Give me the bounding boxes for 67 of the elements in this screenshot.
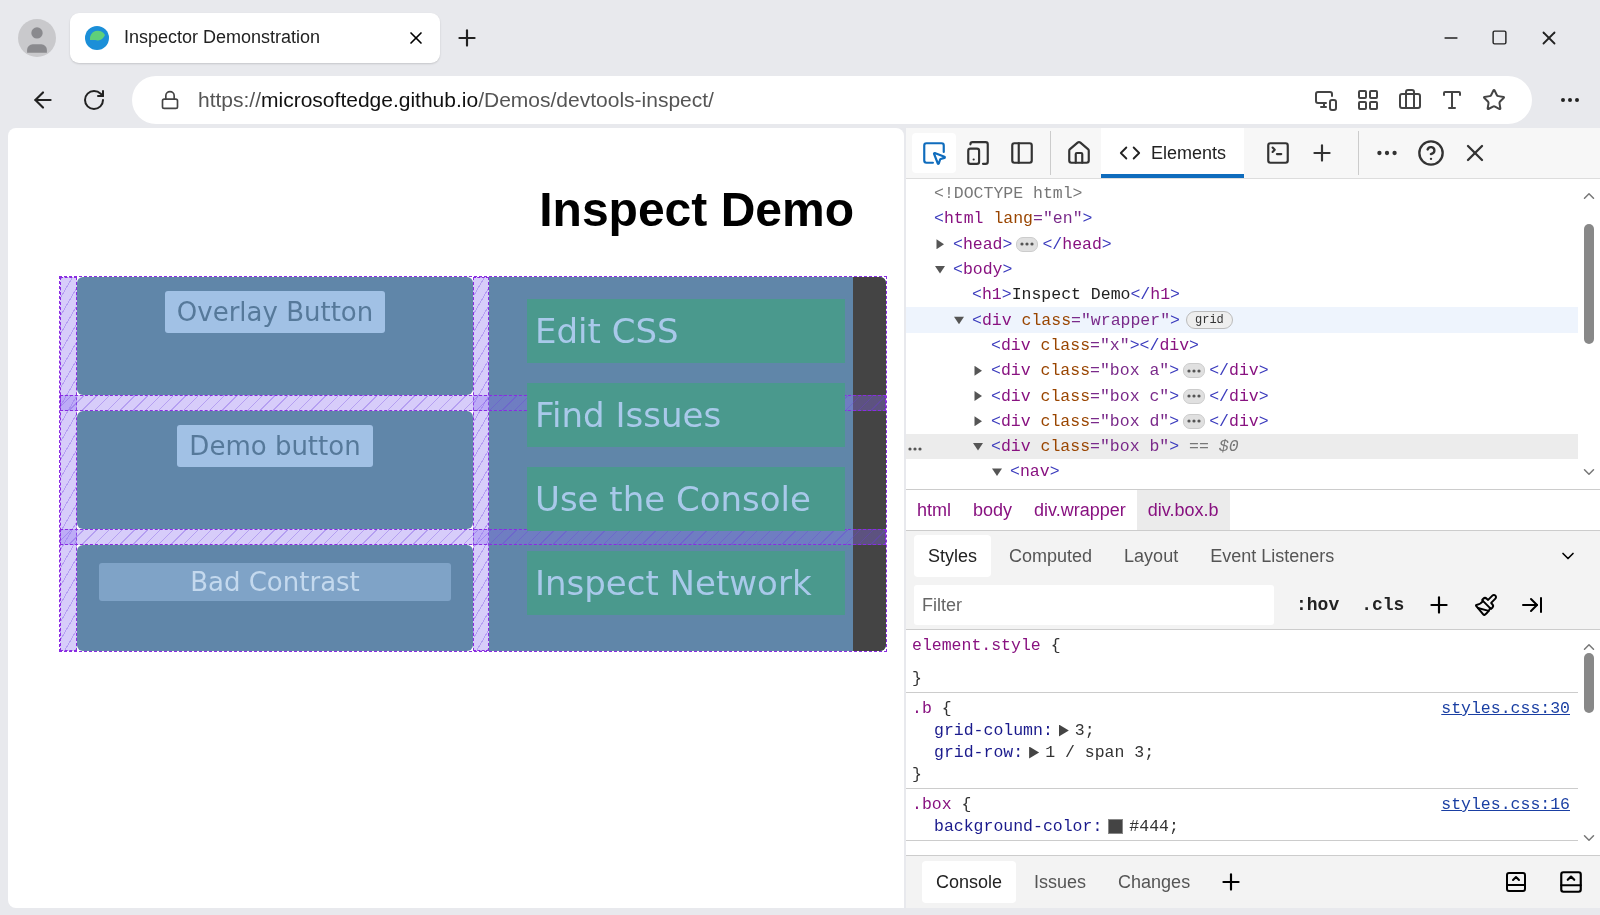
css-property: background-color: xyxy=(934,817,1103,836)
drawer-tab[interactable]: Issues xyxy=(1020,861,1101,903)
dom-node[interactable]: <html lang="en"> xyxy=(906,206,1578,232)
style-toggle[interactable]: .cls xyxy=(1361,595,1405,615)
dom-node[interactable]: <body> xyxy=(906,256,1578,283)
dock-icon[interactable] xyxy=(1504,870,1528,894)
profile-avatar[interactable] xyxy=(18,18,56,57)
css-property: grid-column: xyxy=(934,721,1053,740)
browser-tab[interactable]: Inspector Demonstration xyxy=(70,12,440,63)
scrollbar-thumb[interactable] xyxy=(1584,224,1594,344)
css-selector: .b { xyxy=(912,699,952,718)
ellipsis-icon[interactable] xyxy=(1183,388,1206,404)
grid-badge[interactable]: grid xyxy=(1186,311,1233,330)
breadcrumb[interactable]: body xyxy=(962,490,1024,530)
paintbrush-icon[interactable] xyxy=(1474,593,1499,617)
maximize-icon[interactable] xyxy=(1491,29,1508,46)
breadcrumb[interactable]: div.box.b xyxy=(1136,490,1230,530)
browser-logo-icon xyxy=(84,24,110,51)
drawer-tab[interactable]: Console xyxy=(922,861,1017,903)
breadcrumb[interactable]: div.wrapper xyxy=(1023,490,1137,530)
closing-brace: } xyxy=(912,669,923,688)
ellipsis-icon[interactable] xyxy=(1183,363,1206,379)
favorite-icon[interactable] xyxy=(1482,88,1506,112)
address-bar[interactable]: https://microsoftedge.github.io/Demos/devtools-inspect/ xyxy=(132,76,1532,124)
ellipsis-icon[interactable] xyxy=(1016,236,1039,252)
filter-input[interactable]: Filter xyxy=(914,585,1274,625)
pane-tab[interactable]: Styles xyxy=(914,535,992,577)
dom-node[interactable]: <div class="x"></div> xyxy=(906,332,1578,359)
pane-tab[interactable]: Layout xyxy=(1110,535,1193,577)
closing-brace: } xyxy=(912,765,923,784)
style-toggle[interactable]: :hov xyxy=(1296,595,1340,615)
color-swatch[interactable] xyxy=(1108,819,1124,834)
css-value: #444; xyxy=(1129,817,1179,836)
dom-node[interactable]: <div class="box d"> </div> xyxy=(906,408,1578,434)
dom-node[interactable]: <div class="box b"> == $0 xyxy=(906,433,1578,460)
css-selector: .box { xyxy=(912,795,972,814)
page-heading: Inspect Demo xyxy=(539,182,854,238)
drawer-tab[interactable]: Changes xyxy=(1104,861,1205,903)
dom-node[interactable]: <div class="wrapper"> grid xyxy=(906,307,1578,333)
dom-node[interactable]: <nav> xyxy=(906,459,1578,485)
reload-icon[interactable] xyxy=(82,88,106,112)
lock-icon[interactable] xyxy=(160,90,180,110)
ellipsis-icon[interactable] xyxy=(1183,413,1206,429)
dom-node[interactable]: <!DOCTYPE html> xyxy=(906,181,1578,207)
devtools-tab[interactable]: Elements xyxy=(1101,128,1245,178)
devices-icon[interactable] xyxy=(1314,88,1338,112)
css-selector: element.style { xyxy=(912,636,1061,655)
read-aloud-icon[interactable] xyxy=(1440,88,1464,112)
collapse-drawer-icon[interactable] xyxy=(1558,869,1584,895)
breadcrumb[interactable]: html xyxy=(906,490,962,530)
source-link[interactable]: styles.css:30 xyxy=(1441,699,1570,718)
pane-tab[interactable]: Computed xyxy=(995,535,1107,577)
briefcase-icon[interactable] xyxy=(1398,88,1422,112)
css-value: 1 / span 3; xyxy=(1045,743,1155,762)
source-link[interactable]: styles.css:16 xyxy=(1441,795,1570,814)
inspect-icon[interactable] xyxy=(912,133,956,173)
dom-node[interactable]: <head> </head> xyxy=(906,231,1578,257)
css-value: 3; xyxy=(1074,721,1095,740)
scrollbar-thumb[interactable] xyxy=(1584,652,1594,713)
dom-node[interactable]: <div class="box a"> </div> xyxy=(906,358,1578,384)
dom-node[interactable]: <h1>Inspect Demo</h1> xyxy=(906,282,1578,308)
pane-tab[interactable]: Event Listeners xyxy=(1196,535,1349,577)
grid-icon[interactable] xyxy=(1356,88,1380,112)
css-property: grid-row: xyxy=(934,743,1024,762)
dom-node[interactable]: <div class="box c"> </div> xyxy=(906,383,1578,409)
tab-title: Inspector Demonstration xyxy=(124,27,322,48)
more-icon[interactable] xyxy=(908,446,922,451)
